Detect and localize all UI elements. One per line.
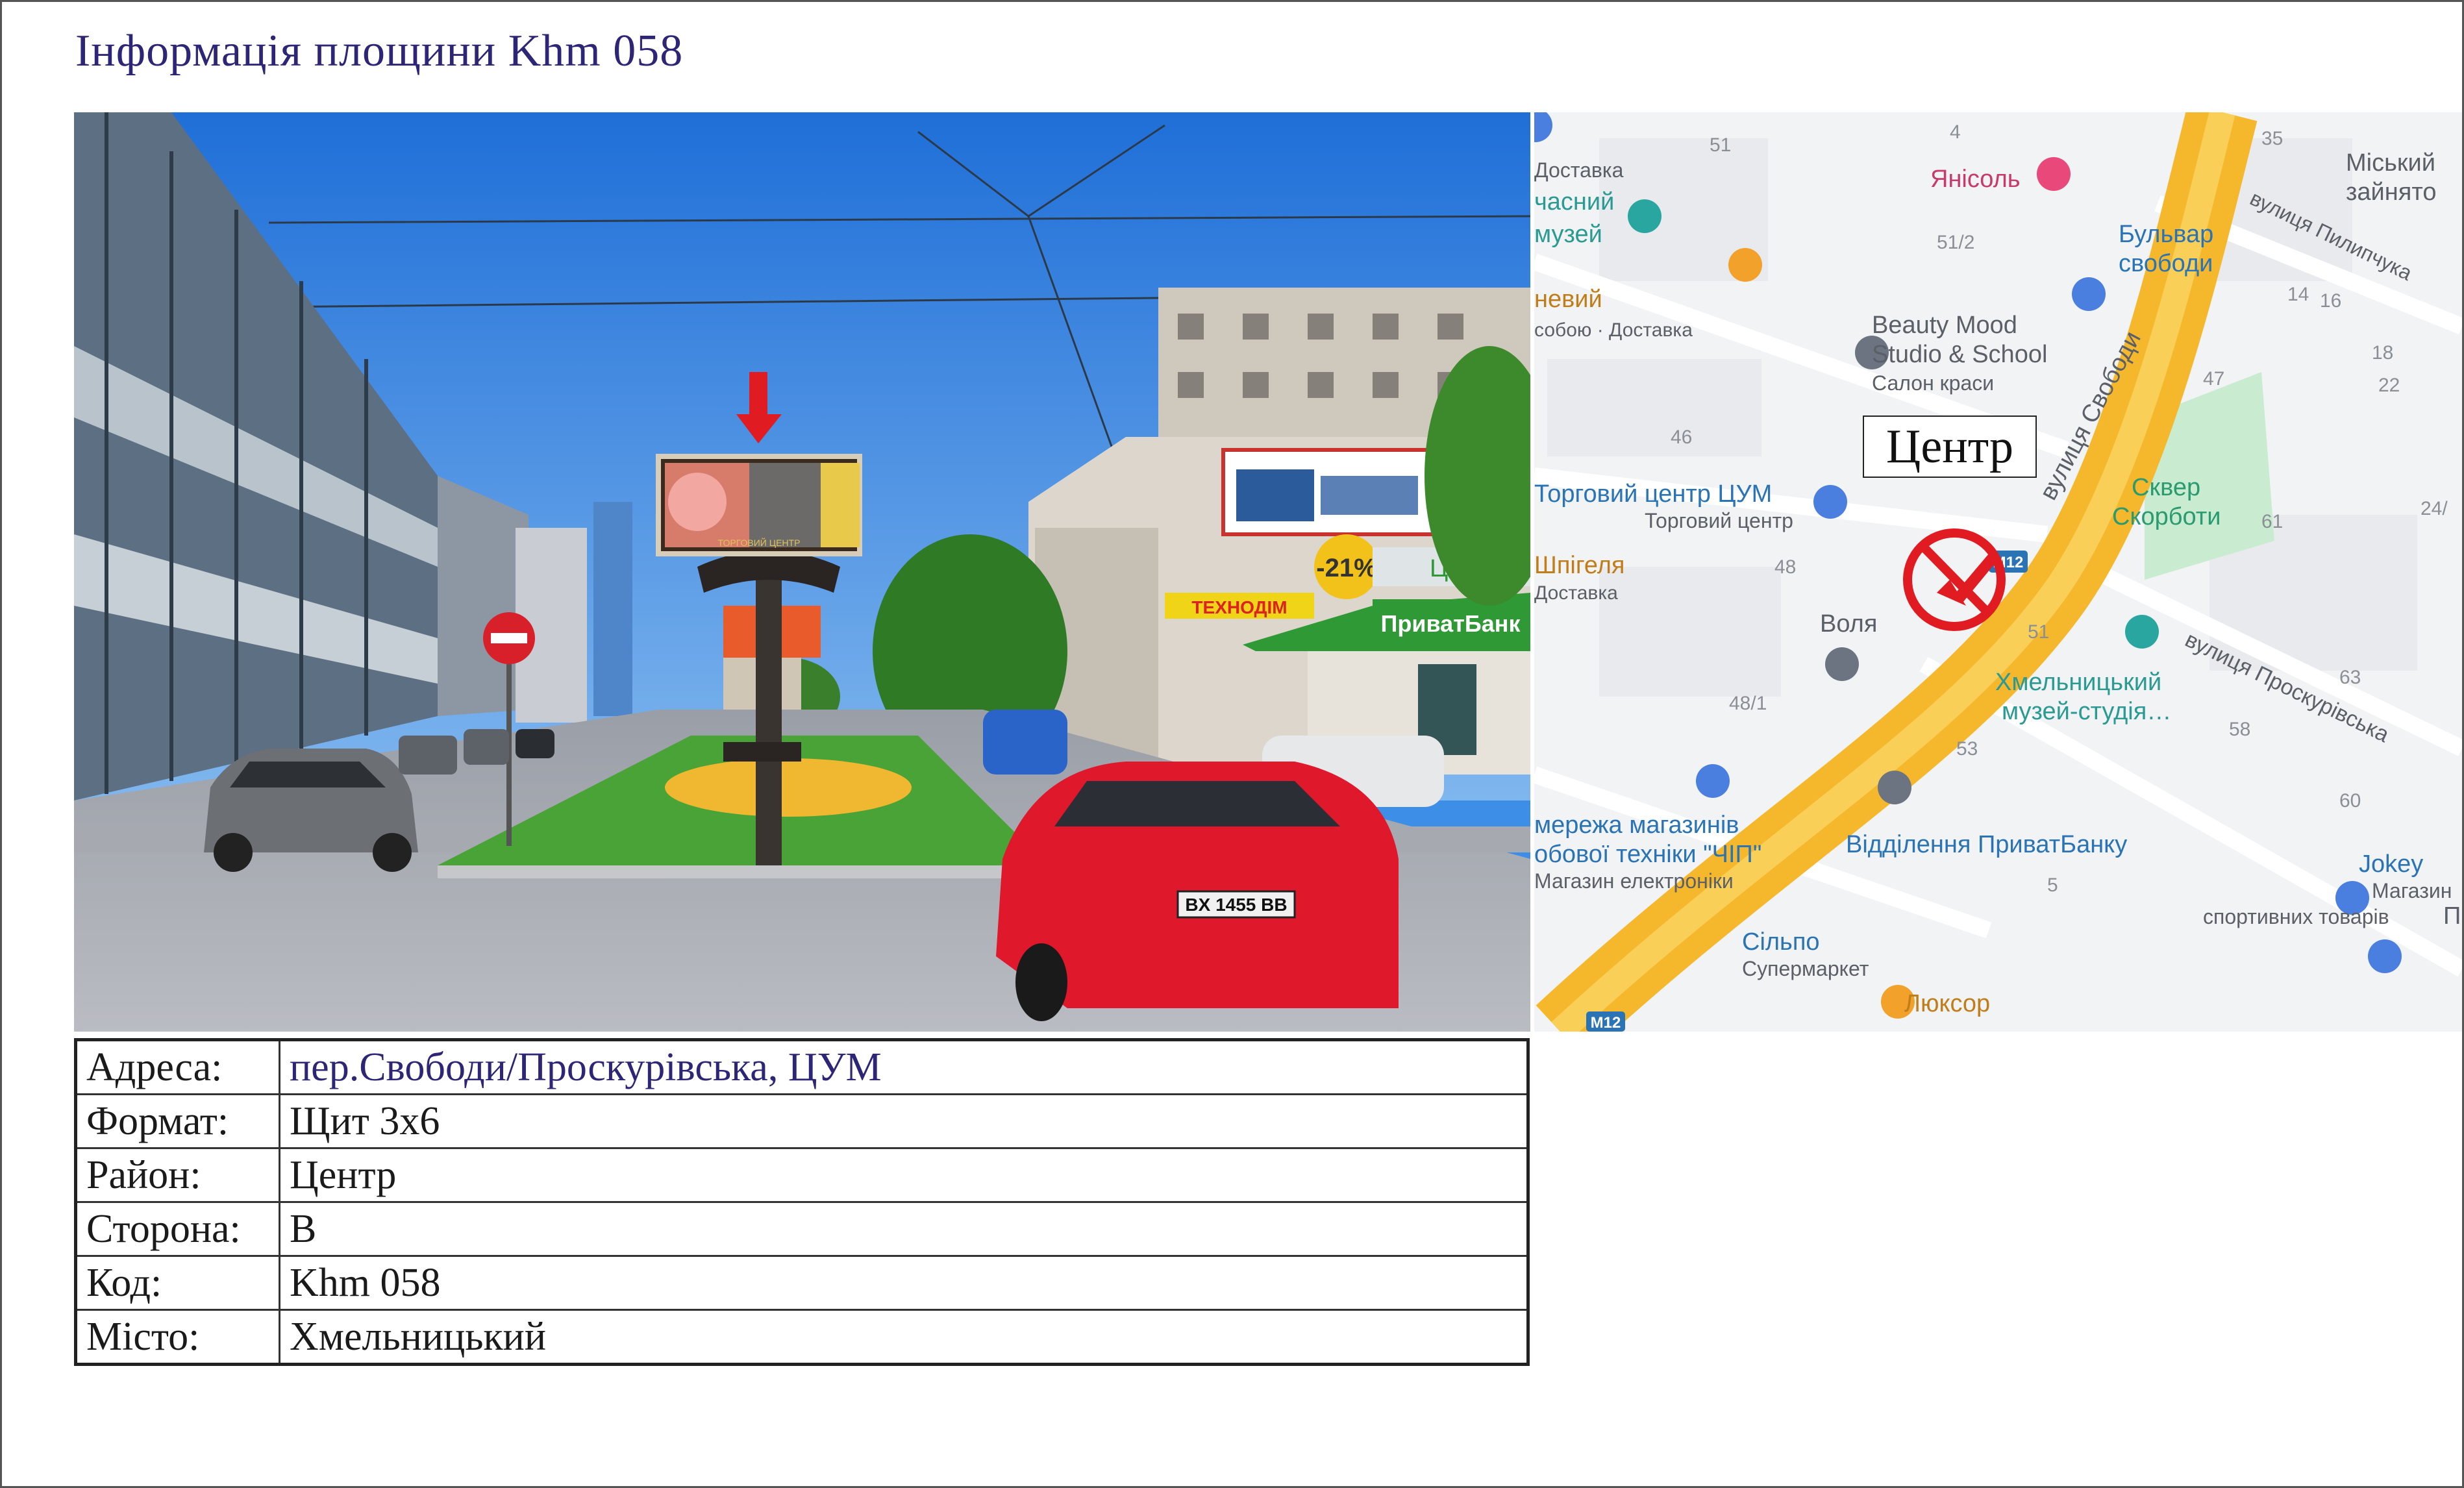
table-row-code: Код: Khm 058: [75, 1255, 1529, 1311]
map-canvas: 51 4 35 51/2 14 16 18 22 47 46 61 24/ 48…: [1534, 112, 2462, 1032]
svg-text:22: 22: [2378, 375, 2400, 396]
svg-text:Воля: Воля: [1820, 610, 1877, 638]
table-row-city: Місто: Хмельницький: [75, 1309, 1529, 1365]
district-value: Центр: [279, 1147, 1529, 1203]
svg-text:Доставка: Доставка: [1534, 582, 1618, 604]
svg-text:Studio & School: Studio & School: [1872, 341, 2047, 368]
blue-van: [983, 710, 1067, 775]
svg-text:51: 51: [2028, 621, 2049, 643]
svg-text:Beauty Mood: Beauty Mood: [1872, 312, 2017, 339]
svg-text:музей: музей: [1534, 221, 1602, 248]
side-value: B: [279, 1201, 1529, 1257]
address-value: пер.Свободи/Проскурівська, ЦУМ: [279, 1039, 1529, 1095]
svg-text:Магазин електроніки: Магазин електроніки: [1534, 869, 1734, 893]
svg-text:60: 60: [2339, 790, 2361, 812]
svg-text:Шпігеля: Шпігеля: [1534, 552, 1625, 579]
svg-text:24/: 24/: [2420, 498, 2448, 519]
discount-sign: -21%: [1316, 554, 1376, 582]
flower-bed: [665, 758, 912, 817]
svg-text:Торговий центр: Торговий центр: [1645, 509, 1793, 532]
svg-text:Магазин: Магазин: [2372, 879, 2452, 902]
svg-text:собою · Доставка: собою · Доставка: [1534, 319, 1693, 341]
svg-text:58: 58: [2229, 719, 2250, 740]
distant-tower: [593, 502, 632, 716]
table-row-address: Адреса: пер.Свободи/Проскурівська, ЦУМ: [75, 1039, 1529, 1095]
svg-text:46: 46: [1671, 427, 1692, 448]
license-plate: BX 1455 BB: [1185, 895, 1287, 915]
address-label: Адреса:: [75, 1039, 280, 1095]
svg-text:51/2: 51/2: [1937, 232, 1974, 253]
table-row-format: Формат: Щит 3х6: [75, 1093, 1529, 1149]
svg-text:5: 5: [2047, 874, 2058, 896]
info-table: Адреса: пер.Свободи/Проскурівська, ЦУМ Ф…: [74, 1038, 1530, 1366]
side-label: Сторона:: [75, 1201, 280, 1257]
svg-text:48: 48: [1774, 556, 1796, 578]
svg-text:Хмельницький: Хмельницький: [1995, 669, 2161, 696]
svg-text:спортивних товарів: спортивних товарів: [2203, 905, 2389, 928]
code-label: Код:: [75, 1255, 280, 1311]
page: Інформація площини Khm 058 -21% ТЕХНОДІМ…: [0, 0, 2464, 1488]
city-value: Хмельницький: [279, 1309, 1529, 1365]
svg-text:Торговий центр ЦУМ: Торговий центр ЦУМ: [1534, 480, 1772, 508]
page-title: Інформація площини Khm 058: [75, 26, 684, 76]
svg-text:4: 4: [1950, 121, 1961, 143]
svg-text:невий: невий: [1534, 286, 1602, 313]
svg-text:Бульвар: Бульвар: [2119, 221, 2213, 248]
shop-sign: ТЕХНОДІМ: [1191, 597, 1287, 617]
format-label: Формат:: [75, 1093, 280, 1149]
svg-text:Сільпо: Сільпо: [1742, 928, 1820, 956]
svg-text:16: 16: [2320, 290, 2341, 312]
street-photo-scene: -21% ТЕХНОДІМ ПриватБанк ЦУМ: [74, 112, 1530, 1032]
svg-text:Доставка: Доставка: [1534, 158, 1624, 182]
svg-text:музей-студія…: музей-студія…: [2002, 698, 2171, 725]
svg-text:мережа магазинів: мережа магазинів: [1534, 812, 1739, 839]
svg-text:M12: M12: [1591, 1014, 1621, 1032]
svg-text:обової техніки "ЧІП": обової техніки "ЧІП": [1534, 841, 1761, 868]
table-row-district: Район: Центр: [75, 1147, 1529, 1203]
svg-text:часний: часний: [1534, 188, 1614, 216]
svg-text:Янісоль: Янісоль: [1930, 166, 2021, 193]
svg-text:Міський: Міський: [2346, 149, 2435, 177]
svg-text:Відділення ПриватБанку: Відділення ПриватБанку: [1846, 831, 2127, 858]
svg-text:14: 14: [2287, 284, 2309, 305]
svg-text:Скорботи: Скорботи: [2112, 503, 2221, 530]
svg-text:48/1: 48/1: [1729, 693, 1767, 714]
table-row-side: Сторона: B: [75, 1201, 1529, 1257]
location-map[interactable]: 51 4 35 51/2 14 16 18 22 47 46 61 24/ 48…: [1534, 112, 2462, 1032]
svg-text:Люксор: Люксор: [1904, 990, 1990, 1017]
street-photo: -21% ТЕХНОДІМ ПриватБанк ЦУМ: [74, 112, 1530, 1032]
svg-text:Сквер: Сквер: [2132, 474, 2200, 501]
district-label: Район:: [75, 1147, 280, 1203]
svg-text:свободи: свободи: [2119, 250, 2213, 277]
svg-text:Jokey: Jokey: [2359, 850, 2423, 878]
svg-text:Салон краси: Салон краси: [1872, 371, 1994, 395]
red-car: BX 1455 BB: [996, 762, 1399, 1021]
svg-text:47: 47: [2203, 368, 2224, 390]
svg-text:зайнято: зайнято: [2346, 179, 2436, 206]
code-value: Khm 058: [279, 1255, 1529, 1311]
format-value: Щит 3х6: [279, 1093, 1529, 1149]
svg-text:61: 61: [2261, 511, 2283, 532]
svg-text:18: 18: [2372, 342, 2393, 364]
svg-text:35: 35: [2261, 128, 2283, 149]
svg-text:53: 53: [1956, 738, 1978, 760]
svg-text:63: 63: [2339, 667, 2361, 688]
svg-text:Супермаркет: Супермаркет: [1742, 957, 1869, 980]
bank-sign: ПриватБанк: [1381, 610, 1521, 637]
city-label: Місто:: [75, 1309, 280, 1365]
map-center-label: Центр: [1863, 415, 2037, 478]
svg-text:51: 51: [1710, 134, 1731, 156]
svg-text:Пі: Пі: [2443, 902, 2462, 930]
billboard-footer: ТОРГОВИЙ ЦЕНТР: [718, 537, 801, 548]
